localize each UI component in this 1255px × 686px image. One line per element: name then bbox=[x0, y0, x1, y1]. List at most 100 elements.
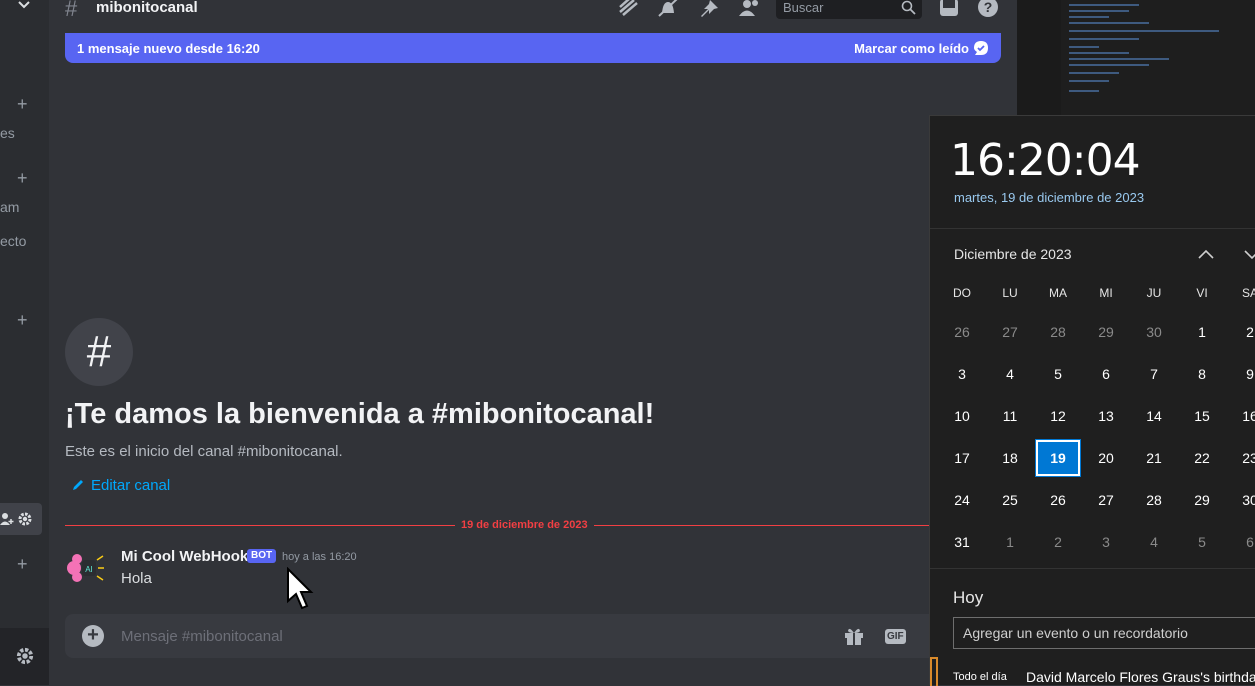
channel-header: # mibonitocanal Buscar ? bbox=[49, 0, 1017, 21]
message-author[interactable]: Mi Cool WebHook bbox=[121, 548, 248, 565]
mark-as-read-button[interactable]: Marcar como leído bbox=[854, 41, 969, 56]
member-list-icon[interactable] bbox=[738, 0, 760, 18]
calendar-day[interactable]: 10 bbox=[940, 398, 984, 434]
message-composer[interactable]: + Mensaje #mibonitocanal GIF bbox=[65, 614, 945, 658]
gift-icon[interactable] bbox=[843, 626, 865, 646]
weekday-header: MI bbox=[1099, 286, 1113, 300]
add-channel-icon[interactable]: + bbox=[17, 169, 28, 187]
calendar-day[interactable]: 25 bbox=[988, 482, 1032, 518]
calendar-day[interactable]: 30 bbox=[1228, 482, 1255, 518]
calendar-month-label[interactable]: Diciembre de 2023 bbox=[954, 246, 1072, 262]
calendar-day[interactable]: 6 bbox=[1228, 524, 1255, 560]
bot-badge: BOT bbox=[247, 549, 277, 563]
calendar-day[interactable]: 3 bbox=[1084, 524, 1128, 560]
calendar-day[interactable]: 15 bbox=[1180, 398, 1224, 434]
category-label-fragment[interactable]: am bbox=[0, 199, 19, 215]
weekday-header: MA bbox=[1049, 286, 1067, 300]
threads-icon[interactable] bbox=[617, 0, 639, 18]
channel-hash-icon: # bbox=[65, 0, 78, 21]
today-heading: Hoy bbox=[953, 588, 984, 607]
calendar-day[interactable]: 24 bbox=[940, 482, 984, 518]
calendar-day[interactable]: 11 bbox=[988, 398, 1032, 434]
search-icon bbox=[901, 0, 916, 15]
calendar-day[interactable]: 4 bbox=[1132, 524, 1176, 560]
chevron-down-icon[interactable] bbox=[17, 0, 31, 12]
weekday-header: VI bbox=[1196, 286, 1208, 300]
calendar-day[interactable]: 1 bbox=[1180, 314, 1224, 350]
calendar-day[interactable]: 26 bbox=[940, 314, 984, 350]
calendar-day[interactable]: 5 bbox=[1036, 356, 1080, 392]
calendar-day[interactable]: 23 bbox=[1228, 440, 1255, 476]
new-messages-text: 1 mensaje nuevo desde 16:20 bbox=[77, 41, 260, 56]
svg-text:AI: AI bbox=[85, 565, 93, 574]
welcome-title: ¡Te damos la bienvenida a #mibonitocanal… bbox=[65, 398, 655, 430]
calendar-day[interactable]: 21 bbox=[1132, 440, 1176, 476]
calendar-day[interactable]: 9 bbox=[1228, 356, 1255, 392]
calendar-day[interactable]: 14 bbox=[1132, 398, 1176, 434]
channel-welcome-icon: # bbox=[65, 318, 133, 386]
chevron-down-icon[interactable] bbox=[1242, 244, 1255, 264]
plus-icon: + bbox=[87, 624, 99, 646]
gif-button[interactable]: GIF bbox=[885, 629, 906, 644]
help-icon[interactable]: ? bbox=[977, 0, 999, 18]
search-input[interactable]: Buscar bbox=[776, 0, 922, 19]
calendar-day[interactable]: 29 bbox=[1084, 314, 1128, 350]
calendar-day[interactable]: 12 bbox=[1036, 398, 1080, 434]
mark-read-icon[interactable] bbox=[973, 40, 989, 56]
search-placeholder: Buscar bbox=[783, 0, 824, 15]
calendar-day[interactable]: 20 bbox=[1084, 440, 1128, 476]
add-event-placeholder: Agregar un evento o un recordatorio bbox=[963, 625, 1188, 641]
calendar-day[interactable]: 18 bbox=[988, 440, 1032, 476]
add-channel-icon[interactable]: + bbox=[17, 555, 28, 573]
category-label-fragment[interactable]: ecto bbox=[0, 233, 26, 249]
new-messages-banner[interactable]: 1 mensaje nuevo desde 16:20 Marcar como … bbox=[65, 33, 1001, 63]
calendar-day[interactable]: 27 bbox=[988, 314, 1032, 350]
chevron-up-icon[interactable] bbox=[1196, 244, 1216, 264]
calendar-day[interactable]: 5 bbox=[1180, 524, 1224, 560]
calendar-day[interactable]: 17 bbox=[940, 440, 984, 476]
calendar-day[interactable]: 28 bbox=[1036, 314, 1080, 350]
calendar-day[interactable]: 1 bbox=[988, 524, 1032, 560]
calendar-day[interactable]: 27 bbox=[1084, 482, 1128, 518]
message-content: Hola bbox=[121, 570, 152, 587]
welcome-hash-glyph: # bbox=[86, 327, 112, 376]
calendar-day[interactable]: 31 bbox=[940, 524, 984, 560]
channel-sidebar: + es + am ecto + + bbox=[0, 0, 49, 685]
calendar-day[interactable]: 28 bbox=[1132, 482, 1176, 518]
edit-channel-link[interactable]: Editar canal bbox=[71, 477, 170, 494]
category-label-fragment[interactable]: es bbox=[0, 125, 15, 141]
calendar-day[interactable]: 29 bbox=[1180, 482, 1224, 518]
notification-bell-muted-icon[interactable] bbox=[657, 0, 679, 18]
calendar-day[interactable]: 7 bbox=[1132, 356, 1176, 392]
attach-plus-button[interactable]: + bbox=[82, 624, 104, 647]
mouse-cursor-icon bbox=[287, 567, 314, 610]
settings-gear-icon[interactable] bbox=[15, 646, 35, 666]
calendar-day[interactable]: 3 bbox=[940, 356, 984, 392]
calendar-day[interactable]: 2 bbox=[1228, 314, 1255, 350]
gear-icon[interactable] bbox=[17, 511, 33, 527]
welcome-subtitle: Este es el inicio del canal #mibonitocan… bbox=[65, 443, 343, 460]
calendar-day[interactable]: 26 bbox=[1036, 482, 1080, 518]
calendar-day[interactable]: 22 bbox=[1180, 440, 1224, 476]
calendar-day[interactable]: 4 bbox=[988, 356, 1032, 392]
code-editor-preview bbox=[1017, 0, 1255, 115]
calendar-day[interactable]: 13 bbox=[1084, 398, 1128, 434]
clock-date-link[interactable]: martes, 19 de diciembre de 2023 bbox=[954, 190, 1144, 205]
calendar-day[interactable]: 2 bbox=[1036, 524, 1080, 560]
pin-icon[interactable] bbox=[698, 0, 720, 18]
message-input-placeholder[interactable]: Mensaje #mibonitocanal bbox=[121, 628, 283, 645]
calendar-day[interactable]: 6 bbox=[1084, 356, 1128, 392]
add-event-input[interactable]: Agregar un evento o un recordatorio bbox=[953, 617, 1255, 649]
event-title[interactable]: David Marcelo Flores Graus's birthday bbox=[1026, 669, 1255, 685]
add-channel-icon[interactable]: + bbox=[17, 311, 28, 329]
calendar-day[interactable]: 8 bbox=[1180, 356, 1224, 392]
calendar-day[interactable]: 30 bbox=[1132, 314, 1176, 350]
webhook-avatar[interactable]: AI bbox=[65, 548, 105, 588]
add-channel-icon[interactable]: + bbox=[17, 95, 28, 113]
add-member-icon[interactable] bbox=[0, 511, 14, 527]
calendar-day[interactable]: 16 bbox=[1228, 398, 1255, 434]
inbox-icon[interactable] bbox=[938, 0, 960, 18]
event-color-marker bbox=[930, 657, 938, 686]
selected-channel-row[interactable] bbox=[0, 503, 42, 535]
calendar-day-today[interactable]: 19 bbox=[1035, 439, 1081, 477]
